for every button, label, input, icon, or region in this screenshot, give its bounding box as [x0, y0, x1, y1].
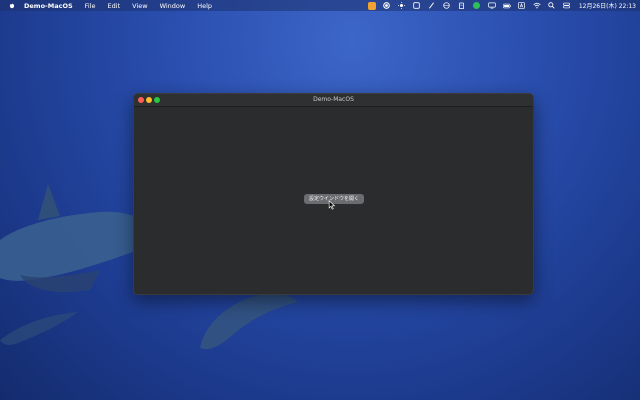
app-window: Demo-MacOS 設定ウインドウを開く [133, 93, 534, 295]
sun-icon[interactable] [398, 2, 406, 9]
wifi-icon[interactable] [533, 2, 541, 9]
clipboard-icon[interactable] [458, 2, 466, 9]
window-titlebar[interactable]: Demo-MacOS [134, 94, 533, 107]
status-area: 12月26日(木) 22:13 [361, 0, 636, 11]
box-icon[interactable] [413, 2, 421, 9]
menu-view[interactable]: View [132, 2, 147, 10]
menu-file[interactable]: File [85, 2, 96, 10]
menu-window[interactable]: Window [160, 2, 186, 10]
window-title: Demo-MacOS [313, 96, 354, 103]
mouse-cursor-icon [328, 200, 336, 210]
menu-app-name[interactable]: Demo-MacOS [24, 2, 73, 10]
display-icon[interactable] [488, 2, 496, 9]
app-badge-icon[interactable] [367, 1, 376, 10]
pen-icon[interactable] [428, 2, 436, 9]
battery-icon[interactable] [502, 2, 511, 9]
menu-edit[interactable]: Edit [108, 2, 121, 10]
menu-bar: Demo-MacOS File Edit View Window Help 12… [0, 0, 640, 11]
control-center-icon[interactable] [563, 2, 571, 9]
spotify-icon[interactable] [473, 2, 481, 9]
text-input-icon[interactable] [518, 2, 526, 9]
whale-bottom-image [200, 293, 298, 350]
whale-small-image [0, 312, 78, 345]
apple-icon[interactable] [9, 2, 15, 9]
record-icon[interactable] [383, 2, 391, 9]
menu-help[interactable]: Help [197, 2, 212, 10]
whale-left-image [0, 184, 138, 293]
search-icon[interactable] [548, 2, 556, 9]
menu-clock[interactable]: 12月26日(木) 22:13 [579, 1, 636, 10]
globe-icon[interactable] [443, 2, 451, 9]
